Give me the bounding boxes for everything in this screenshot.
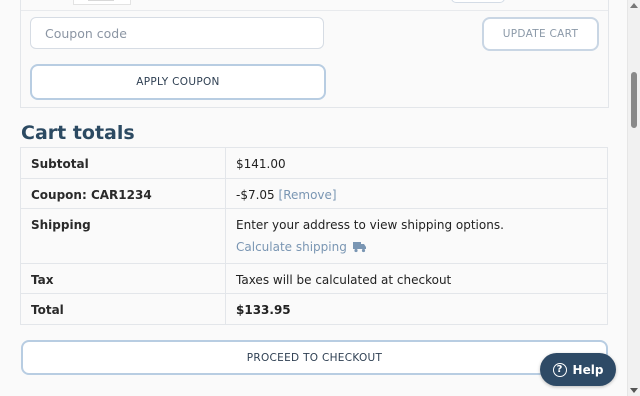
shipping-info-text: Enter your address to view shipping opti… [236, 218, 504, 232]
total-value: $133.95 [225, 293, 608, 325]
cart-table-bottom-edge [21, 10, 608, 11]
question-icon: ? [552, 362, 567, 377]
tax-row: Tax Taxes will be calculated at checkout [20, 263, 608, 294]
cart-totals-heading: Cart totals [21, 122, 135, 144]
cart-totals-table: Subtotal $141.00 Coupon: CAR1234 -$7.05 … [20, 147, 608, 325]
product-thumbnail [73, 0, 131, 5]
proceed-to-checkout-button[interactable]: PROCEED TO CHECKOUT [21, 340, 608, 375]
truck-icon[interactable] [352, 241, 367, 253]
coupon-code-input[interactable] [30, 17, 324, 49]
scroll-up-arrow-icon[interactable] [630, 3, 638, 8]
shipping-row: Shipping Enter your address to view ship… [20, 208, 608, 264]
total-row: Total $133.95 [20, 293, 608, 325]
subtotal-row: Subtotal $141.00 [20, 147, 608, 179]
subtotal-label: Subtotal [20, 147, 226, 179]
subtotal-value: $141.00 [225, 147, 608, 179]
shipping-label: Shipping [20, 208, 226, 264]
tax-label: Tax [20, 263, 226, 294]
coupon-row: Coupon: CAR1234 -$7.05 [Remove] [20, 178, 608, 209]
coupon-discount: -$7.05 [236, 188, 275, 202]
help-button[interactable]: ? Help [540, 353, 616, 386]
calculate-shipping-link[interactable]: Calculate shipping [236, 240, 347, 254]
scrollbar-thumb[interactable] [631, 72, 637, 128]
update-cart-button[interactable]: UPDATE CART [482, 17, 599, 51]
total-label: Total [20, 293, 226, 325]
coupon-label: Coupon: CAR1234 [20, 178, 226, 209]
help-label: Help [572, 362, 604, 377]
quantity-input[interactable] [451, 0, 505, 3]
vertical-scrollbar[interactable] [627, 0, 640, 396]
coupon-panel: UPDATE CART APPLY COUPON [20, 0, 609, 108]
shipping-value-cell: Enter your address to view shipping opti… [225, 208, 608, 264]
remove-coupon-link[interactable]: [Remove] [279, 188, 337, 202]
coupon-value-cell: -$7.05 [Remove] [225, 178, 608, 209]
apply-coupon-button[interactable]: APPLY COUPON [30, 64, 326, 100]
tax-value: Taxes will be calculated at checkout [225, 263, 608, 294]
scroll-down-arrow-icon[interactable] [630, 388, 638, 393]
